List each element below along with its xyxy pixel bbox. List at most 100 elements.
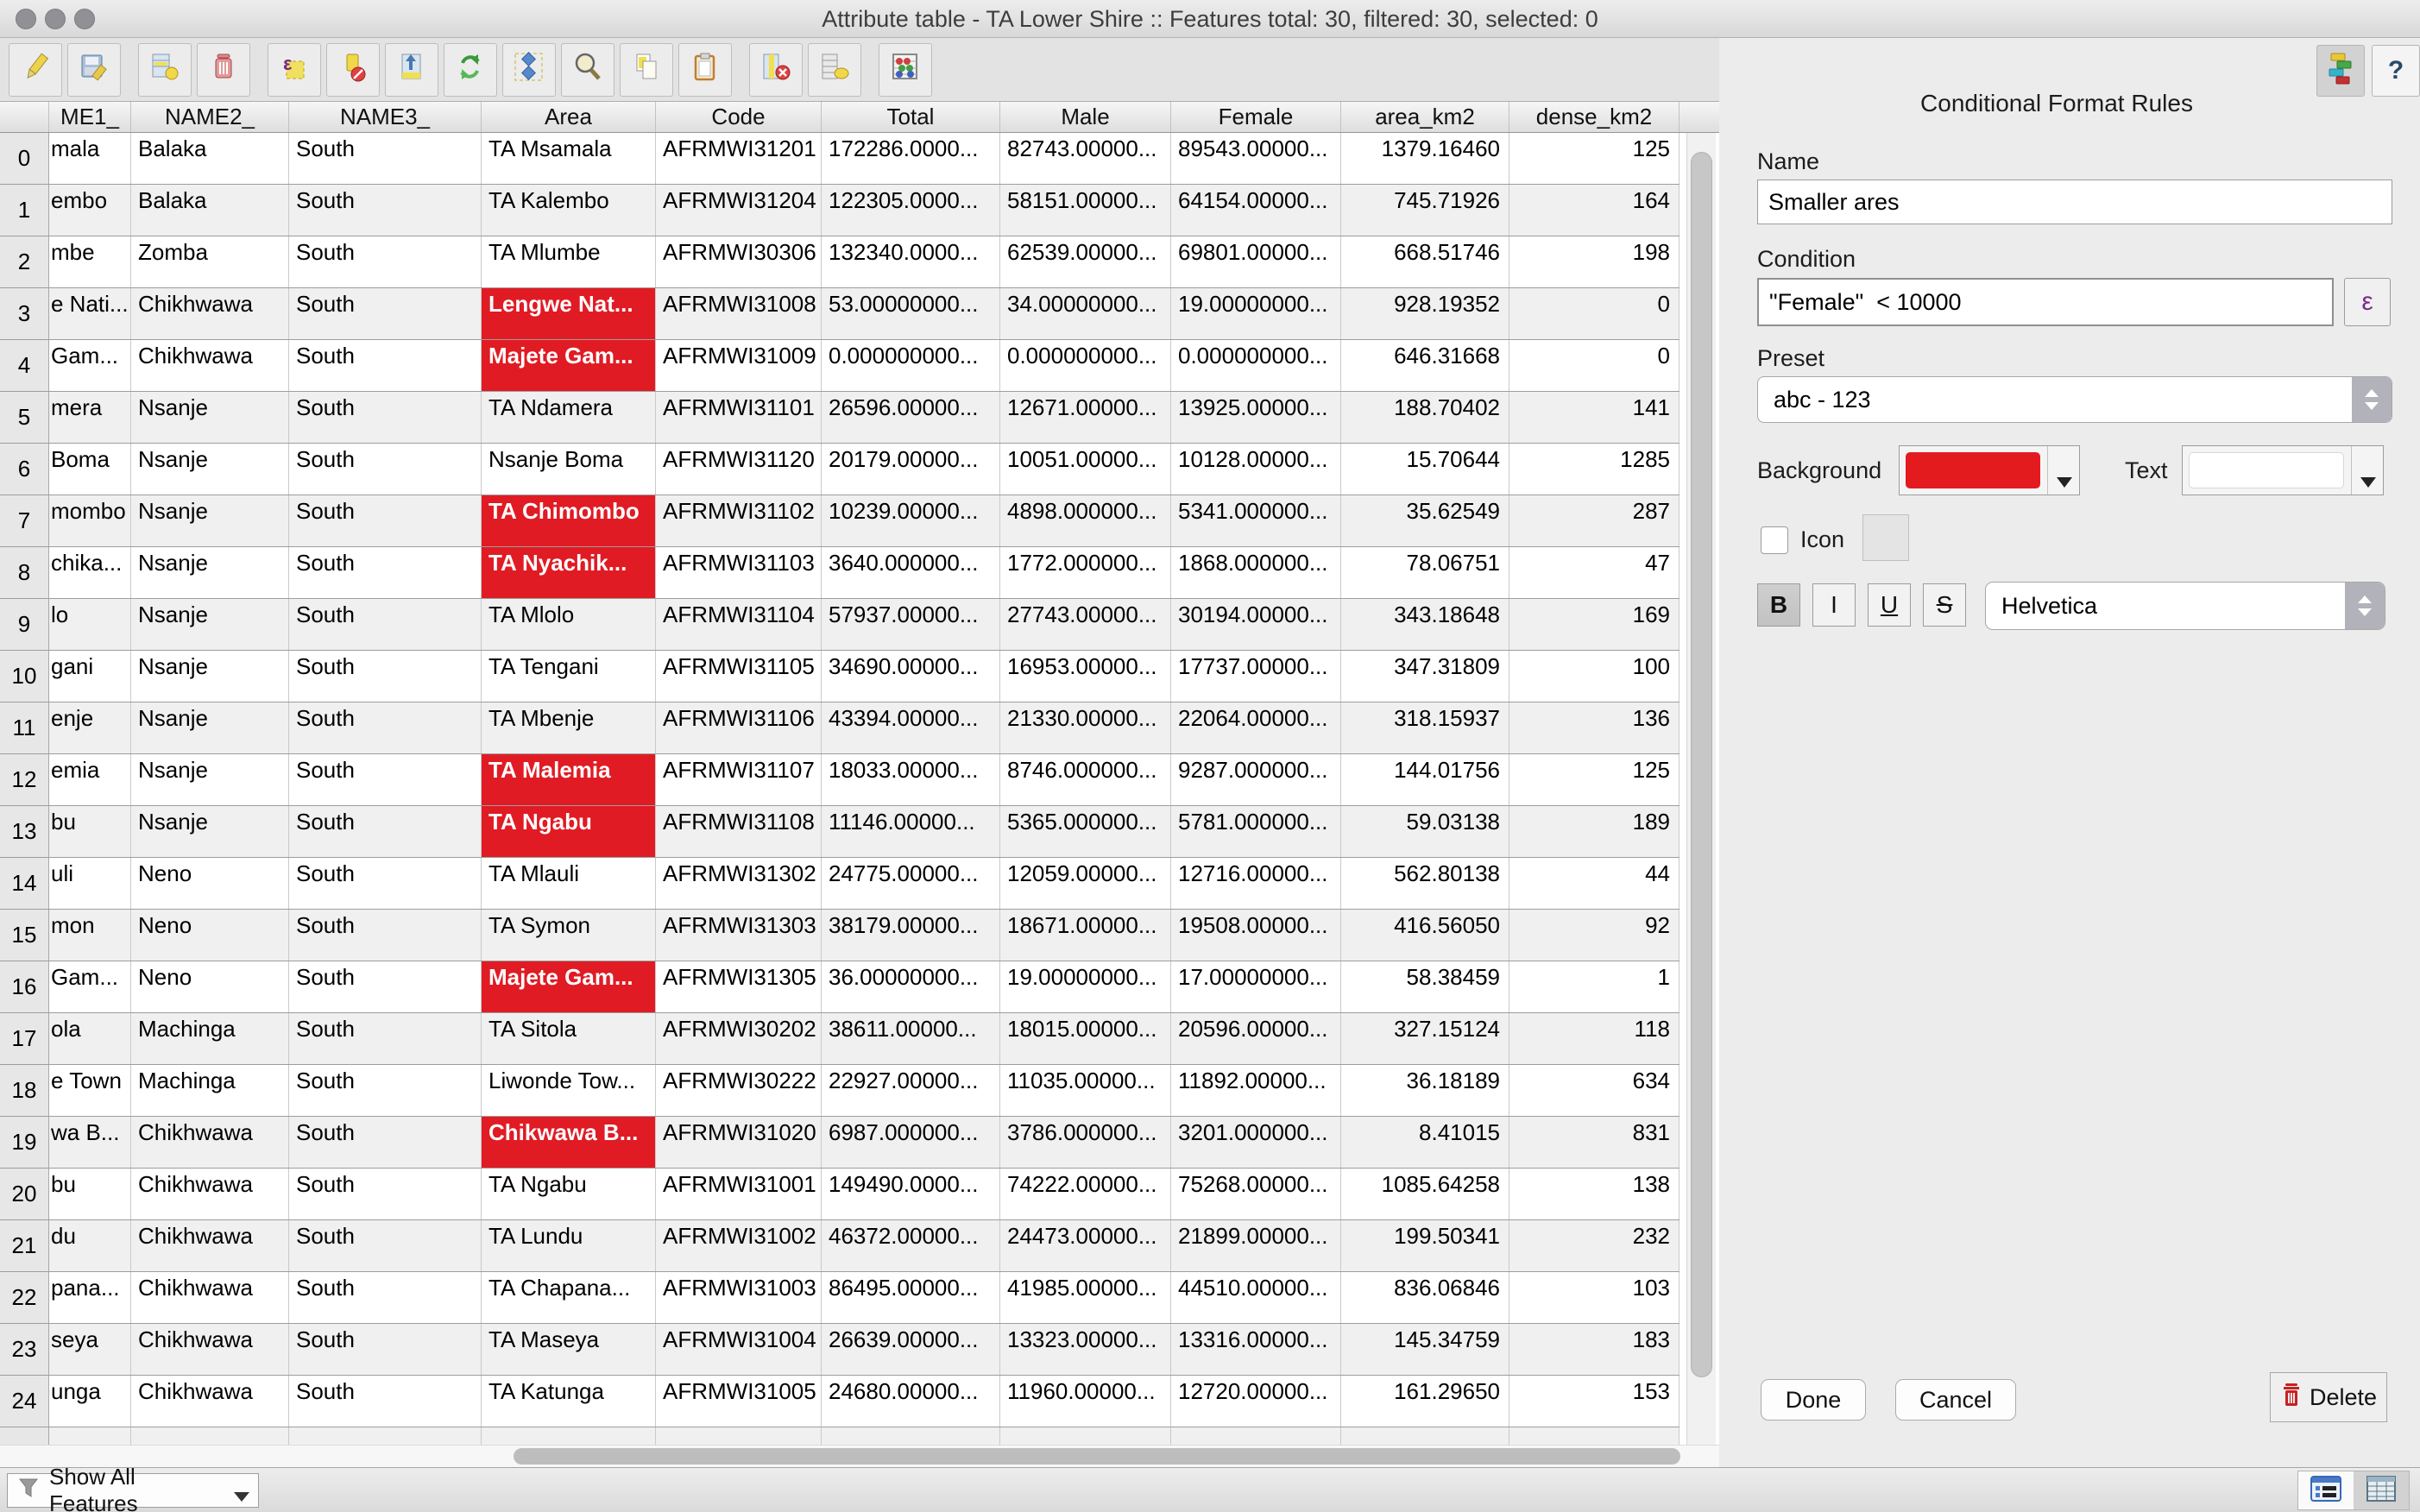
cell[interactable]: 89543.00000...	[1171, 133, 1341, 184]
row-number[interactable]: 3	[0, 288, 49, 339]
cell[interactable]: 5341.000000...	[1171, 495, 1341, 546]
cell[interactable]: 41985.00000...	[1000, 1272, 1171, 1323]
cell[interactable]: 20596.00000...	[1171, 1013, 1341, 1064]
table-row[interactable]: 20 bu Chikhwawa South TA Ngabu AFRMWI310…	[0, 1169, 1680, 1220]
cell[interactable]: 36.00000000...	[822, 961, 1000, 1012]
row-number[interactable]: 10	[0, 651, 49, 702]
cancel-button[interactable]: Cancel	[1895, 1379, 2016, 1421]
deselect-all-button[interactable]	[326, 43, 380, 97]
preset-stepper[interactable]	[2352, 377, 2392, 422]
row-number[interactable]: 22	[0, 1272, 49, 1323]
cell[interactable]: 287	[1509, 495, 1680, 546]
cell[interactable]: AFRMWI31002	[656, 1220, 822, 1271]
cell[interactable]	[289, 1427, 482, 1445]
cell[interactable]: South	[289, 599, 482, 650]
cell[interactable]: AFRMWI30202	[656, 1013, 822, 1064]
row-number[interactable]: 18	[0, 1065, 49, 1116]
cell[interactable]: South	[289, 754, 482, 805]
cell[interactable]: 27743.00000...	[1000, 599, 1171, 650]
cell[interactable]: 3640.000000...	[822, 547, 1000, 598]
delete-rule-button[interactable]: Delete	[2270, 1372, 2387, 1422]
cell[interactable]: Nsanje	[131, 495, 289, 546]
cell[interactable]: TA Lundu	[482, 1220, 656, 1271]
cell[interactable]: 24473.00000...	[1000, 1220, 1171, 1271]
cell[interactable]: 34690.00000...	[822, 651, 1000, 702]
cell[interactable]: 21330.00000...	[1000, 702, 1171, 753]
cell[interactable]: AFRMWI31305	[656, 961, 822, 1012]
cell[interactable]: AFRMWI30222	[656, 1065, 822, 1116]
background-color-picker[interactable]	[1899, 445, 2080, 495]
cell[interactable]: AFRMWI31020	[656, 1117, 822, 1168]
column-header-total[interactable]: Total	[822, 102, 1000, 132]
done-button[interactable]: Done	[1761, 1379, 1866, 1421]
cell[interactable]: 13316.00000...	[1171, 1324, 1341, 1375]
cell[interactable]: TA Msamala	[482, 133, 656, 184]
cell[interactable]: Neno	[131, 910, 289, 961]
cell[interactable]: 38611.00000...	[822, 1013, 1000, 1064]
cell[interactable]: Balaka	[131, 185, 289, 236]
cell[interactable]: 1085.64258	[1341, 1169, 1509, 1219]
table-row[interactable]: 16 Gam... Neno South Majete Gam... AFRMW…	[0, 961, 1680, 1013]
cell[interactable]: TA Ndamera	[482, 392, 656, 443]
cell[interactable]: 10128.00000...	[1171, 444, 1341, 495]
cell[interactable]: South	[289, 806, 482, 857]
cell[interactable]: 11960.00000...	[1000, 1376, 1171, 1427]
cell[interactable]: 8.41015	[1341, 1117, 1509, 1168]
horizontal-scrollbar-thumb[interactable]	[514, 1448, 1680, 1465]
column-header-name1[interactable]: ME1_	[49, 102, 131, 132]
cell[interactable]: 138	[1509, 1169, 1680, 1219]
cell[interactable]: South	[289, 1220, 482, 1271]
cell[interactable]: AFRMWI31101	[656, 392, 822, 443]
cell[interactable]: 58151.00000...	[1000, 185, 1171, 236]
table-row[interactable]: 24 unga Chikhwawa South TA Katunga AFRMW…	[0, 1376, 1680, 1427]
cell[interactable]: 19508.00000...	[1171, 910, 1341, 961]
cell[interactable]: South	[289, 651, 482, 702]
cell[interactable]: embo	[49, 185, 131, 236]
cell[interactable]: 17.00000000...	[1171, 961, 1341, 1012]
cell[interactable]: AFRMWI31104	[656, 599, 822, 650]
cell[interactable]: Chikhwawa	[131, 1272, 289, 1323]
cell[interactable]: 82743.00000...	[1000, 133, 1171, 184]
cell[interactable]: South	[289, 547, 482, 598]
cell[interactable]: 646.31668	[1341, 340, 1509, 391]
row-number[interactable]: 9	[0, 599, 49, 650]
cell[interactable]: enje	[49, 702, 131, 753]
zoom-to-selection-button[interactable]	[561, 43, 614, 97]
cell[interactable]: TA Tengani	[482, 651, 656, 702]
cell[interactable]: 11892.00000...	[1171, 1065, 1341, 1116]
cell[interactable]: 562.80138	[1341, 858, 1509, 909]
cell[interactable]: 149490.0000...	[822, 1169, 1000, 1219]
cell[interactable]: Chikhwawa	[131, 1220, 289, 1271]
table-row[interactable]: 11 enje Nsanje South TA Mbenje AFRMWI311…	[0, 702, 1680, 754]
cell[interactable]: 15.70644	[1341, 444, 1509, 495]
cell[interactable]: AFRMWI31108	[656, 806, 822, 857]
cell[interactable]: 0	[1509, 288, 1680, 339]
cell[interactable]: 745.71926	[1341, 185, 1509, 236]
cell[interactable]: 43394.00000...	[822, 702, 1000, 753]
cell[interactable]: Neno	[131, 961, 289, 1012]
cell[interactable]: 232	[1509, 1220, 1680, 1271]
icon-checkbox[interactable]	[1761, 526, 1788, 554]
cell[interactable]: 18033.00000...	[822, 754, 1000, 805]
cell[interactable]: 17737.00000...	[1171, 651, 1341, 702]
cell[interactable]: wa B...	[49, 1117, 131, 1168]
cell[interactable]: 86495.00000...	[822, 1272, 1000, 1323]
cell[interactable]: Machinga	[131, 1013, 289, 1064]
cell[interactable]: South	[289, 1169, 482, 1219]
cell[interactable]: Nsanje	[131, 651, 289, 702]
cell[interactable]: 183	[1509, 1324, 1680, 1375]
cell[interactable]	[656, 1427, 822, 1445]
icon-preview-box[interactable]	[1862, 514, 1909, 561]
text-color-picker[interactable]	[2182, 445, 2384, 495]
cell[interactable]: 153	[1509, 1376, 1680, 1427]
cell[interactable]: AFRMWI31005	[656, 1376, 822, 1427]
cell[interactable]: 12716.00000...	[1171, 858, 1341, 909]
cell[interactable]: 198	[1509, 236, 1680, 287]
cell[interactable]: 3786.000000...	[1000, 1117, 1171, 1168]
bold-button[interactable]: B	[1757, 583, 1800, 627]
help-button[interactable]: ?	[2372, 45, 2420, 97]
cell[interactable]: 118	[1509, 1013, 1680, 1064]
column-header-name2[interactable]: NAME2_	[131, 102, 289, 132]
cell[interactable]: Chikhwawa	[131, 1169, 289, 1219]
delete-selected-button[interactable]	[197, 43, 250, 97]
